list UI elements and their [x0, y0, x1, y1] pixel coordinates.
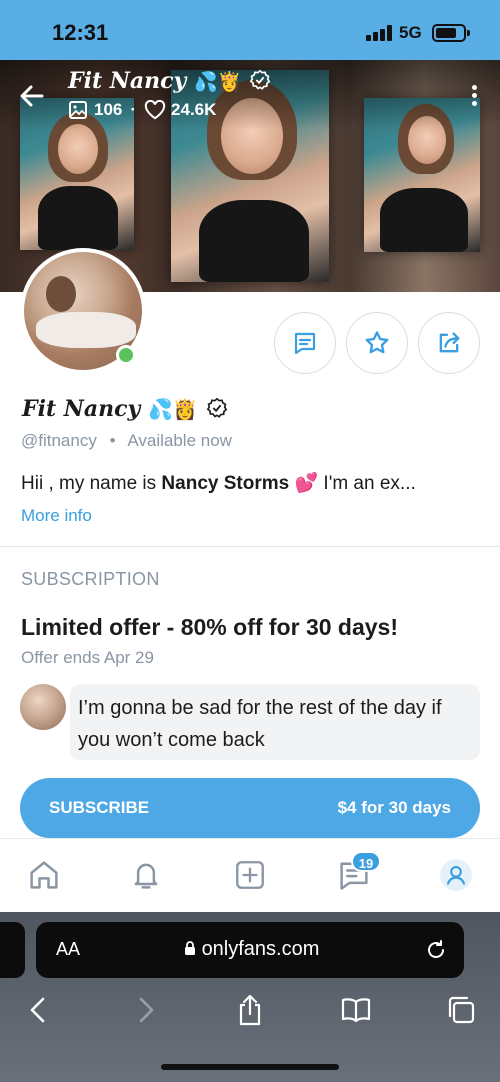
lock-icon — [185, 941, 195, 955]
address-bar[interactable]: AA onlyfans.com — [36, 922, 464, 978]
signal-icon — [366, 25, 394, 41]
subscribe-price: $4 for 30 days — [337, 798, 451, 817]
bookmarks-button[interactable] — [338, 992, 374, 1028]
more-vertical-icon[interactable] — [472, 85, 478, 107]
share-icon — [439, 332, 460, 353]
network-label: 5G — [399, 23, 422, 42]
profile-icon — [440, 859, 472, 891]
plus-square-icon — [236, 861, 264, 889]
nav-profile[interactable] — [436, 855, 476, 895]
profile-handle-row: @fitnancy • Available now — [21, 431, 232, 450]
promo-message: I’m gonna be sad for the rest of the day… — [70, 684, 480, 760]
url-text: onlyfans.com — [184, 938, 319, 961]
previous-tab-preview[interactable] — [0, 922, 25, 978]
back-arrow-icon[interactable] — [18, 82, 46, 110]
browser-forward-button[interactable] — [128, 992, 164, 1028]
status-time: 12:31 — [52, 20, 109, 45]
star-icon — [365, 331, 389, 354]
cover-display-name: Fit Nancy 💦👸 — [68, 68, 271, 94]
more-info-link[interactable]: More info — [21, 506, 92, 526]
name-emoji: 💦👸 — [148, 397, 198, 421]
text-size-button[interactable]: AA — [56, 939, 80, 960]
image-icon — [69, 101, 87, 119]
bell-icon — [134, 863, 158, 889]
chevron-left-icon — [30, 997, 45, 1023]
profile-bio: Hii , my name is Nancy Storms 💕 I'm an e… — [21, 473, 416, 494]
availability-status: Available now — [127, 431, 232, 450]
tabs-button[interactable] — [443, 992, 479, 1028]
posts-count: 106 — [94, 100, 123, 119]
verified-icon — [249, 69, 271, 90]
chevron-right-icon — [139, 997, 154, 1023]
message-button[interactable] — [274, 312, 336, 374]
tabs-icon — [448, 996, 475, 1024]
home-icon — [30, 861, 58, 889]
reload-icon[interactable] — [424, 938, 448, 962]
home-indicator — [161, 1064, 339, 1070]
cover-stats: 106 · 24.6K — [68, 100, 216, 120]
subscribe-button[interactable]: SUBSCRIBE $4 for 30 days — [20, 778, 480, 838]
verified-icon — [206, 397, 227, 418]
message-avatar — [20, 684, 66, 730]
share-upload-icon — [239, 994, 261, 1026]
share-button[interactable] — [418, 312, 480, 374]
message-icon — [294, 332, 316, 355]
battery-icon — [432, 24, 470, 42]
subscription-heading: SUBSCRIPTION — [21, 569, 160, 589]
bottom-nav — [0, 838, 500, 912]
favorite-button[interactable] — [346, 312, 408, 374]
browser-back-button[interactable] — [20, 992, 56, 1028]
section-divider — [0, 546, 500, 547]
online-status-dot — [116, 345, 136, 365]
heart-icon — [144, 100, 166, 120]
offer-ends: Offer ends Apr 29 — [21, 648, 154, 667]
offer-title: Limited offer - 80% off for 30 days! — [21, 614, 399, 640]
nav-home[interactable] — [24, 855, 64, 895]
browser-share-button[interactable] — [232, 992, 268, 1028]
messages-badge: 19 — [351, 851, 381, 872]
status-bar: 12:31 5G — [0, 0, 500, 60]
subscribe-label: SUBSCRIBE — [49, 798, 150, 817]
profile-handle[interactable]: @fitnancy — [21, 431, 97, 450]
book-icon — [341, 998, 371, 1023]
nav-add[interactable] — [230, 855, 270, 895]
profile-name: Fit Nancy 💦👸 — [22, 396, 228, 422]
name-emoji: 💦👸 — [194, 71, 242, 93]
nav-notifications[interactable] — [126, 855, 166, 895]
likes-count: 24.6K — [171, 100, 217, 119]
